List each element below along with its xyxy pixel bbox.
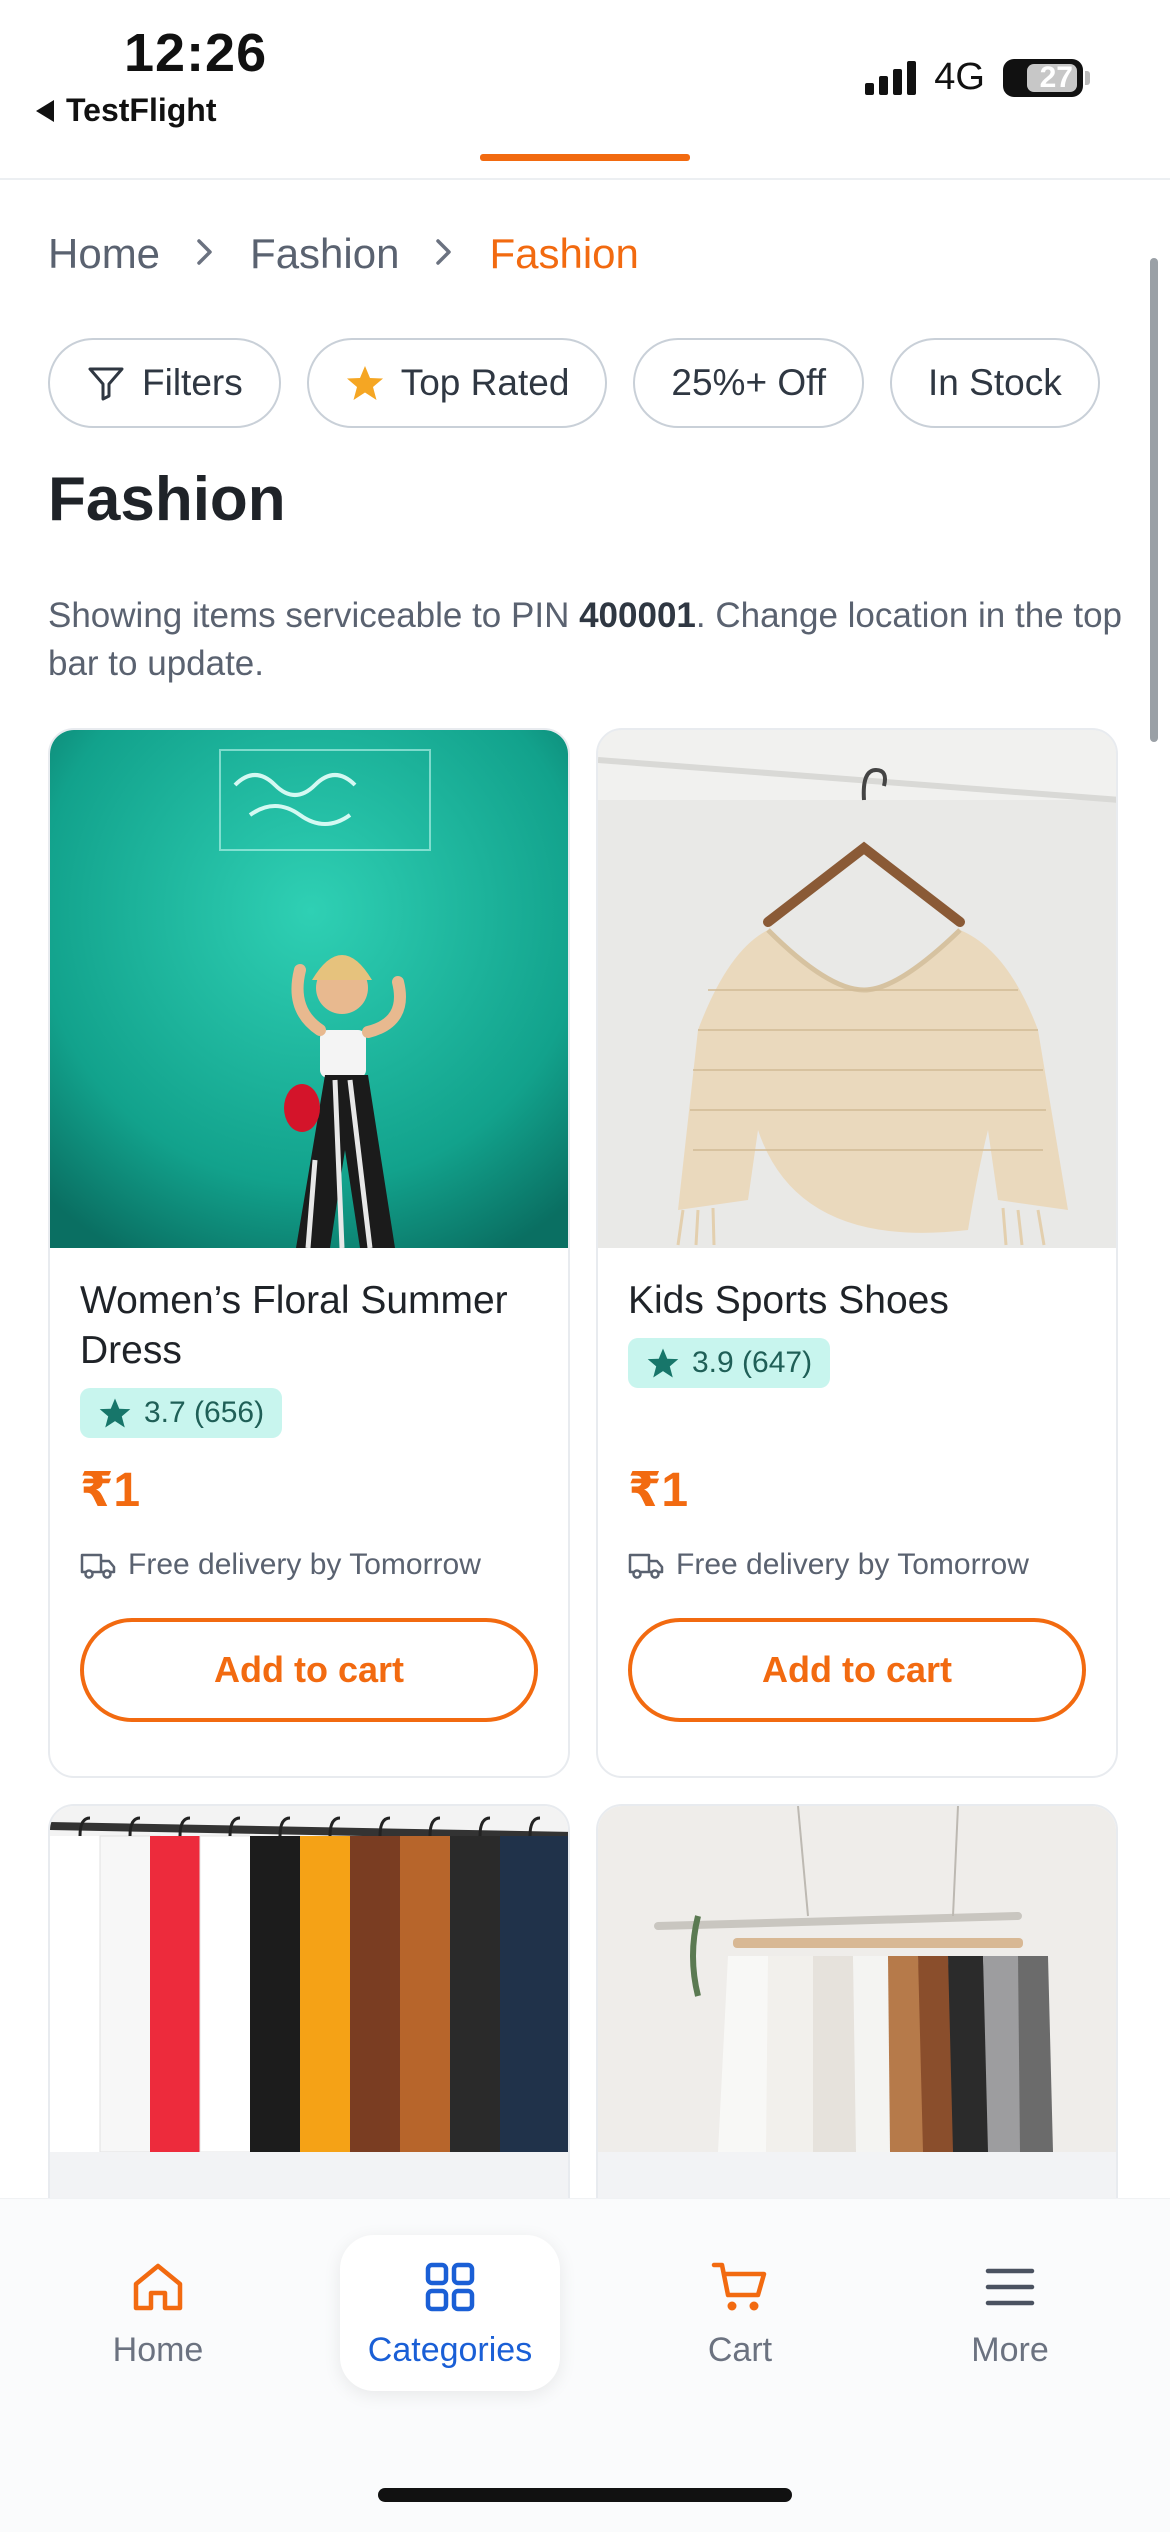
bottom-navigation: Home Categories Cart More (0, 2198, 1170, 2532)
filters-chip-label: Filters (142, 362, 243, 403)
breadcrumb-home[interactable]: Home (48, 230, 160, 278)
header-tab-indicator (480, 154, 690, 161)
filter-icon (88, 367, 124, 401)
product-image[interactable] (598, 730, 1116, 1248)
back-app-label: TestFlight (66, 92, 217, 128)
add-to-cart-button[interactable]: Add to cart (80, 1618, 538, 1722)
breadcrumb-category[interactable]: Fashion (250, 230, 399, 278)
truck-icon (628, 1553, 664, 1579)
top-rated-chip-label: Top Rated (400, 362, 570, 403)
scrollbar[interactable] (1150, 258, 1158, 742)
chevron-right-icon (194, 232, 216, 277)
rating-text: 3.9 (647) (692, 1346, 813, 1379)
in-stock-chip[interactable]: In Stock (890, 338, 1100, 428)
back-arrow-icon (36, 99, 54, 122)
breadcrumb-current: Fashion (489, 230, 639, 277)
nav-home[interactable]: Home (48, 2235, 268, 2391)
rating-badge: 3.7 (656) (80, 1388, 283, 1438)
add-to-cart-button[interactable]: Add to cart (628, 1618, 1086, 1722)
star-icon (647, 1348, 679, 1378)
back-to-app-button[interactable]: TestFlight (36, 92, 217, 129)
product-price: ₹1 (80, 1464, 141, 1517)
discount-chip-label: 25%+ Off (671, 362, 827, 403)
battery-icon: 27 (1003, 58, 1090, 97)
product-title[interactable]: Kids Sports Shoes (628, 1276, 1086, 1326)
delivery-text: Free delivery by Tomorrow (676, 1548, 1029, 1581)
network-type: 4G (934, 56, 985, 98)
product-card[interactable]: Women’s Floral Summer Dress 3.7 (656) ₹1… (48, 728, 570, 1778)
rating-text: 3.7 (656) (144, 1396, 265, 1429)
chevron-right-icon (433, 232, 455, 277)
product-card[interactable] (48, 1804, 570, 2224)
delivery-info: Free delivery by Tomorrow (628, 1548, 1086, 1582)
rating-badge: 3.9 (647) (628, 1338, 831, 1388)
notice-pin: 400001 (579, 596, 696, 635)
star-icon (346, 366, 383, 400)
truck-icon (80, 1553, 116, 1579)
status-bar: 12:26 TestFlight 4G 27 (0, 0, 1170, 150)
product-price: ₹1 (628, 1464, 689, 1517)
home-indicator (378, 2488, 792, 2502)
delivery-text: Free delivery by Tomorrow (128, 1548, 481, 1581)
discount-chip[interactable]: 25%+ Off (633, 338, 865, 428)
in-stock-chip-label: In Stock (928, 362, 1062, 403)
signal-icon (865, 60, 917, 95)
nav-more[interactable]: More (900, 2235, 1120, 2391)
product-card[interactable] (596, 1804, 1118, 2224)
nav-categories-label: Categories (367, 2330, 533, 2369)
star-icon (99, 1398, 131, 1428)
status-time: 12:26 (124, 23, 268, 83)
top-rated-chip[interactable]: Top Rated (306, 338, 608, 428)
product-image[interactable] (598, 1806, 1116, 2152)
delivery-info: Free delivery by Tomorrow (80, 1548, 538, 1582)
home-icon (133, 2263, 183, 2310)
nav-home-label: Home (112, 2330, 204, 2369)
nav-cart-label: Cart (707, 2330, 773, 2369)
product-image[interactable] (50, 1806, 568, 2152)
product-title[interactable]: Women’s Floral Summer Dress (80, 1276, 538, 1376)
nav-cart[interactable]: Cart (630, 2235, 850, 2391)
nav-more-label: More (971, 2330, 1049, 2369)
page-title: Fashion (48, 465, 286, 534)
breadcrumb: Home Fashion Fashion (48, 230, 639, 278)
menu-icon (985, 2268, 1035, 2305)
grid-icon (425, 2262, 475, 2311)
filter-chips: Filters Top Rated 25%+ Off In Stock (48, 338, 1100, 428)
notice-prefix: Showing items serviceable to PIN (48, 596, 580, 635)
serviceability-notice: Showing items serviceable to PIN 400001.… (48, 592, 1128, 688)
product-image[interactable] (50, 730, 568, 1248)
battery-level: 27 (1039, 60, 1073, 94)
status-indicators: 4G 27 (865, 56, 1090, 99)
nav-categories[interactable]: Categories (340, 2235, 560, 2391)
cart-icon (711, 2262, 767, 2310)
product-card[interactable]: Kids Sports Shoes 3.9 (647) ₹1 Free deli… (596, 728, 1118, 1778)
header-divider (0, 178, 1170, 180)
filters-chip[interactable]: Filters (48, 338, 281, 428)
